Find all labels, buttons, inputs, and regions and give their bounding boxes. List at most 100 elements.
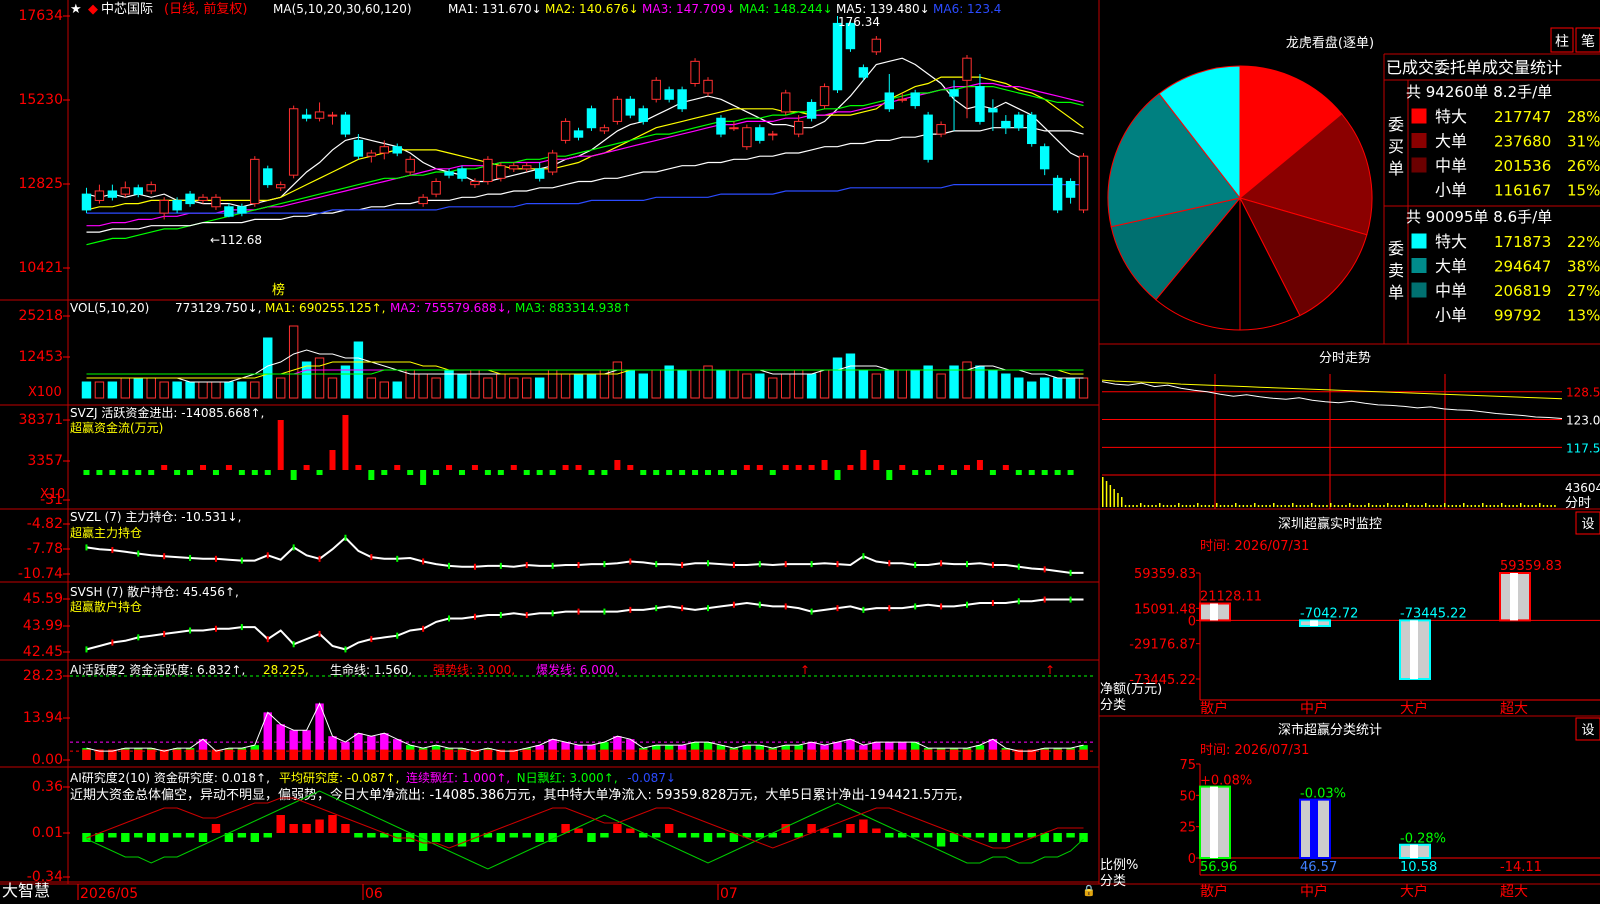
svsh-tick-mark-small: [189, 627, 192, 634]
svzj-bar: [976, 460, 983, 470]
ai-base-bar: [600, 749, 609, 760]
intraday-volume-bar: [1550, 505, 1552, 507]
volume-bar: [573, 373, 584, 399]
intraday-volume-bar: [1322, 505, 1324, 507]
chart-mode[interactable]: (日线, 前复权): [164, 1, 247, 17]
lhb-color-swatch: [1411, 182, 1427, 197]
svzj-bar: [743, 465, 750, 470]
svzl-tick-label: -10.74: [18, 566, 63, 582]
volume-bar: [742, 373, 752, 399]
lhb-row-percent: 31%: [1567, 133, 1600, 151]
svsh-tick-mark-small: [1069, 596, 1072, 603]
candle-body: [288, 108, 299, 176]
intraday-volume-bar: [1204, 505, 1207, 507]
intraday-volume-bar: [1276, 505, 1279, 507]
date-axis: 2026/05 06 07: [77, 884, 738, 902]
volume-bar: [288, 325, 299, 399]
sz-class-tick-label: 75: [1179, 758, 1196, 773]
volume-bar: [560, 373, 571, 399]
svzj-bar: [251, 470, 258, 475]
intraday-volume-bar: [1341, 505, 1343, 507]
sz-monitor-bar-highlight: [1210, 603, 1218, 621]
sz-monitor-settings-label[interactable]: 设: [1581, 517, 1594, 532]
intraday-volume-bar: [1273, 503, 1275, 507]
ai-base-bar: [1053, 749, 1062, 760]
svzl-tick-mark-small: [991, 561, 994, 568]
svzl-tick-mark-small: [758, 561, 761, 568]
ai-base-bar: [263, 749, 272, 760]
ai2-bar: [211, 824, 221, 833]
intraday-volume-bar: [1459, 505, 1461, 507]
ai2-bar: [664, 824, 674, 833]
sell-label-char: 委: [1388, 239, 1404, 258]
volume-bar: [677, 369, 687, 399]
ai-base-bar: [988, 749, 998, 760]
sz-class-settings-label[interactable]: 设: [1581, 723, 1594, 738]
intraday-volume-bar: [1417, 505, 1419, 507]
svzj-bar: [394, 465, 401, 470]
svsh-tick-mark-small: [681, 605, 684, 612]
vol-tick-label: 25218: [18, 308, 63, 324]
candle-body: [340, 114, 351, 135]
volume-bar: [768, 377, 778, 399]
ai-base-bar: [82, 749, 91, 760]
sz-monitor-title: 深圳超赢实时监控: [1278, 516, 1382, 532]
ai2-bar: [185, 833, 195, 838]
sz-class-value-label: 46.57: [1300, 860, 1337, 875]
svzj-bar: [433, 470, 440, 475]
volume-bar: [780, 373, 791, 399]
svzj-header: SVZJ 活跃资金进出: -14085.668↑,: [70, 405, 264, 420]
volume-bar: [457, 373, 467, 399]
candle-body: [159, 199, 169, 214]
svzj-bar: [420, 470, 427, 485]
ai2-bar: [147, 833, 156, 842]
intraday-volume-bar: [1337, 505, 1340, 507]
ai2-tick-label: 0.36: [32, 779, 63, 795]
candle-body: [547, 152, 558, 173]
lock-icon[interactable]: 🔒: [1082, 884, 1096, 897]
intraday-avg-line: [1101, 379, 1563, 400]
intraday-volume-bar: [1474, 505, 1476, 507]
candle-body: [936, 124, 946, 135]
intraday-volume-bar: [1375, 505, 1378, 507]
ai2-bar: [509, 833, 518, 838]
lhb-row-label: 大单: [1435, 257, 1467, 276]
lhb-row-volume: 171873: [1494, 233, 1551, 251]
volume-bar: [1065, 377, 1076, 399]
intraday-volume-bar: [1345, 505, 1347, 507]
red-dot-icon: ◆: [88, 2, 98, 17]
price-tick-label: 15230: [18, 92, 63, 108]
intraday-volume-bar: [1447, 505, 1450, 507]
svzj-bar: [1015, 470, 1022, 475]
ma-value-item: MA3: 147.709↓: [642, 2, 736, 16]
ai-base-bar: [289, 749, 298, 760]
sz-monitor-ylabel: 净额(万元): [1100, 682, 1162, 697]
lhb-row-volume: 217747: [1494, 108, 1551, 126]
svzj-bar: [212, 470, 219, 475]
volume-bar: [832, 357, 843, 399]
svzj-bar: [989, 470, 996, 475]
bi-button-label[interactable]: 笔: [1581, 34, 1595, 50]
svzj-bar: [161, 465, 168, 470]
stock-name[interactable]: 中芯国际: [101, 2, 153, 17]
svzj-bar: [536, 470, 543, 475]
star-icon[interactable]: ★: [70, 2, 82, 17]
svzj-bar: [912, 470, 919, 475]
svsh-sub: 超赢散户持仓: [70, 599, 142, 614]
svsh-tick-mark-small: [137, 634, 140, 641]
candlesticks[interactable]: [81, 16, 1089, 220]
candle-body: [988, 108, 998, 113]
candle-body: [120, 187, 131, 195]
ai2-bar: [703, 833, 713, 842]
intraday-volume-bar: [1113, 489, 1115, 507]
svzl-tick-mark-small: [499, 562, 502, 569]
price-axis: 17634 15230 12825 10421: [18, 8, 70, 276]
intraday-volume-bar: [1497, 505, 1499, 507]
volume-bar: [185, 381, 195, 399]
ai2-bar: [289, 824, 298, 833]
ai2-header-item: N日飘红: 3.000↑,: [517, 770, 618, 785]
svzj-bar: [1002, 465, 1009, 470]
ai-base-bar: [444, 749, 454, 760]
vol-header: VOL(5,10,20): [70, 301, 149, 315]
zhu-button-label[interactable]: 柱: [1555, 34, 1569, 50]
